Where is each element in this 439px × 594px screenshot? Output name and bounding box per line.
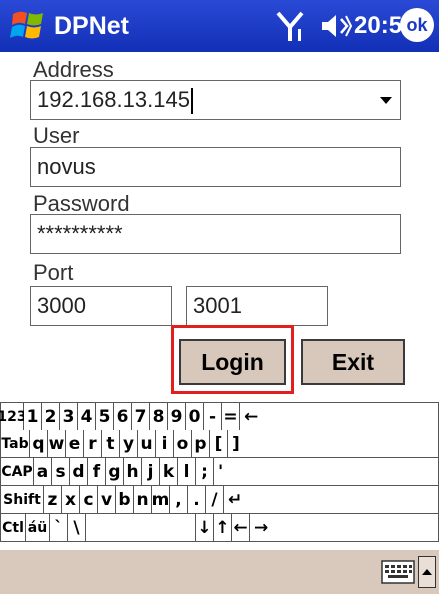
volume-icon[interactable] (320, 13, 352, 39)
key-slash[interactable]: / (206, 486, 224, 514)
port-input-1[interactable]: 3000 (30, 286, 172, 326)
key-t[interactable]: t (102, 430, 120, 458)
key-e[interactable]: e (66, 430, 84, 458)
key-backspace[interactable]: ← (240, 403, 439, 431)
address-combobox[interactable]: 192.168.13.145 (30, 80, 401, 120)
key-left-bracket[interactable]: [ (210, 430, 228, 458)
key-123[interactable]: 123 (0, 403, 27, 431)
key-i[interactable]: i (156, 430, 174, 458)
soft-keyboard: 123 1 2 3 4 5 6 7 8 9 0 - = ← Tab q w e … (0, 398, 439, 550)
key-6[interactable]: 6 (114, 403, 132, 431)
user-input[interactable]: novus (30, 147, 401, 187)
keyboard-row-5: Ctl áü ` \ ↓ ↑ ← → (0, 514, 439, 542)
address-value: 192.168.13.145 (37, 87, 190, 112)
key-m[interactable]: m (152, 486, 170, 514)
key-shift[interactable]: Shift (0, 486, 44, 514)
key-w[interactable]: w (48, 430, 66, 458)
key-enter[interactable]: ↵ (224, 486, 439, 514)
key-space[interactable] (86, 514, 196, 542)
key-x[interactable]: x (62, 486, 80, 514)
user-label: User (33, 123, 80, 148)
key-caps[interactable]: CAP (0, 458, 34, 486)
input-panel-arrow-button[interactable] (418, 556, 436, 588)
key-right-bracket[interactable]: ] (228, 430, 439, 458)
windows-start-icon[interactable] (10, 8, 46, 44)
chevron-up-icon (422, 569, 432, 575)
key-minus[interactable]: - (204, 403, 222, 431)
key-9[interactable]: 9 (168, 403, 186, 431)
key-right[interactable]: → (250, 514, 439, 542)
key-8[interactable]: 8 (150, 403, 168, 431)
key-7[interactable]: 7 (132, 403, 150, 431)
key-0[interactable]: 0 (186, 403, 204, 431)
key-o[interactable]: o (174, 430, 192, 458)
key-j[interactable]: j (142, 458, 160, 486)
key-semicolon[interactable]: ; (196, 458, 214, 486)
key-n[interactable]: n (134, 486, 152, 514)
text-caret (190, 88, 193, 115)
key-s[interactable]: s (52, 458, 70, 486)
keyboard-row-4: Shift z x c v b n m , . / ↵ (0, 486, 439, 514)
keyboard-icon[interactable] (381, 558, 415, 586)
key-q[interactable]: q (30, 430, 48, 458)
keyboard-row-3: CAP a s d f g h j k l ; ' (0, 458, 439, 486)
key-equals[interactable]: = (222, 403, 240, 431)
key-left[interactable]: ← (232, 514, 250, 542)
key-c[interactable]: c (80, 486, 98, 514)
menu-bar (0, 550, 439, 594)
title-bar: DPNet 20:54 ok (0, 0, 439, 52)
key-a[interactable]: a (34, 458, 52, 486)
key-quote[interactable]: ' (214, 458, 439, 486)
key-1[interactable]: 1 (24, 403, 42, 431)
key-5[interactable]: 5 (96, 403, 114, 431)
key-4[interactable]: 4 (78, 403, 96, 431)
key-p[interactable]: p (192, 430, 210, 458)
key-tab[interactable]: Tab (0, 430, 30, 458)
dropdown-arrow-icon[interactable] (380, 97, 392, 104)
key-intl[interactable]: áü (26, 514, 50, 542)
app-title: DPNet (54, 12, 130, 40)
key-backslash[interactable]: \ (68, 514, 86, 542)
port-2-value: 3001 (193, 293, 242, 318)
user-value: novus (37, 154, 96, 179)
login-button[interactable]: Login (179, 339, 286, 385)
key-v[interactable]: v (98, 486, 116, 514)
key-b[interactable]: b (116, 486, 134, 514)
signal-icon[interactable] (276, 9, 306, 43)
key-k[interactable]: k (160, 458, 178, 486)
port-1-value: 3000 (37, 293, 86, 318)
port-input-2[interactable]: 3001 (186, 286, 328, 326)
key-d[interactable]: d (70, 458, 88, 486)
key-ctrl[interactable]: Ctl (0, 514, 26, 542)
keyboard-row-1: 123 1 2 3 4 5 6 7 8 9 0 - = ← (0, 402, 439, 431)
keyboard-row-2: Tab q w e r t y u i o p [ ] (0, 430, 439, 458)
key-period[interactable]: . (188, 486, 206, 514)
key-r[interactable]: r (84, 430, 102, 458)
port-label: Port (33, 260, 74, 285)
key-h[interactable]: h (124, 458, 142, 486)
exit-button[interactable]: Exit (301, 339, 405, 385)
key-2[interactable]: 2 (42, 403, 60, 431)
key-z[interactable]: z (44, 486, 62, 514)
password-value: ********** (37, 221, 123, 246)
key-backtick[interactable]: ` (50, 514, 68, 542)
key-l[interactable]: l (178, 458, 196, 486)
key-g[interactable]: g (106, 458, 124, 486)
password-input[interactable]: ********** (30, 214, 401, 254)
key-f[interactable]: f (88, 458, 106, 486)
ok-button[interactable]: ok (400, 8, 434, 42)
key-down[interactable]: ↓ (196, 514, 214, 542)
key-y[interactable]: y (120, 430, 138, 458)
key-u[interactable]: u (138, 430, 156, 458)
key-comma[interactable]: , (170, 486, 188, 514)
key-3[interactable]: 3 (60, 403, 78, 431)
key-up[interactable]: ↑ (214, 514, 232, 542)
